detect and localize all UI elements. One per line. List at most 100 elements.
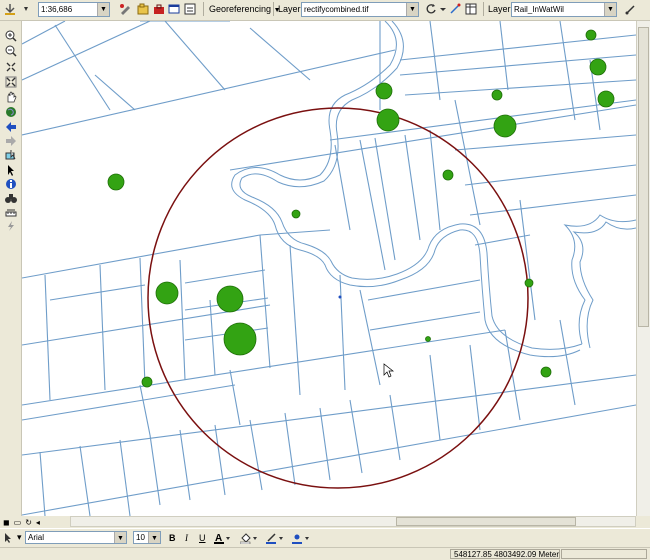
toolbar-separator bbox=[273, 2, 274, 16]
scrollbar-thumb[interactable] bbox=[638, 27, 649, 327]
small-point-feature[interactable] bbox=[338, 295, 342, 299]
hyperlink-lightning-icon[interactable] bbox=[4, 220, 17, 232]
parcel-line bbox=[22, 374, 636, 456]
point-feature[interactable] bbox=[291, 209, 301, 219]
layer-label: Layer: bbox=[278, 4, 304, 14]
fill-color-icon[interactable] bbox=[240, 531, 260, 544]
measure-icon[interactable] bbox=[4, 206, 17, 218]
pause-drawing-icon[interactable]: ◂ bbox=[36, 518, 40, 527]
fixed-zoom-out-icon[interactable] bbox=[4, 76, 17, 88]
point-feature[interactable] bbox=[493, 114, 517, 138]
drawing-toolbar: ▾ Arial ▼ 10 ▼ B I U A bbox=[0, 528, 650, 547]
chevron-down-icon[interactable]: ▼ bbox=[114, 532, 126, 543]
font-size-combo[interactable]: 10 ▼ bbox=[133, 531, 161, 544]
back-arrow-icon[interactable] bbox=[4, 121, 17, 133]
layout-view-icon[interactable]: ▭ bbox=[14, 518, 22, 527]
edit-layer-combo[interactable]: Rail_InWatWil ▼ bbox=[511, 2, 617, 17]
tools-toolbar bbox=[0, 21, 22, 526]
parcel-line bbox=[559, 21, 576, 121]
full-extent-globe-icon[interactable] bbox=[4, 106, 17, 118]
font-combo[interactable]: Arial ▼ bbox=[25, 531, 127, 544]
point-feature[interactable] bbox=[425, 336, 431, 342]
point-feature[interactable] bbox=[107, 173, 125, 191]
drawing-arrow-icon[interactable] bbox=[3, 531, 15, 544]
point-feature[interactable] bbox=[524, 278, 534, 288]
river-bank-b bbox=[239, 21, 583, 350]
scrollbar-thumb[interactable] bbox=[396, 517, 576, 526]
parcel-line bbox=[22, 21, 151, 81]
point-feature[interactable] bbox=[585, 29, 597, 41]
parcel-line bbox=[374, 137, 396, 261]
top-toolbar: 1:36,686 ▼ Georeferencing ▼ Layer: recti… bbox=[0, 0, 650, 21]
map-scale-combo[interactable]: 1:36,686 ▼ bbox=[38, 2, 110, 17]
parcel-line bbox=[359, 289, 381, 386]
underline-button[interactable]: U bbox=[199, 531, 206, 544]
point-feature[interactable] bbox=[216, 285, 244, 313]
map-scale-value: 1:36,686 bbox=[41, 5, 73, 14]
parcel-line bbox=[329, 99, 636, 141]
find-binoculars-icon[interactable] bbox=[4, 192, 17, 204]
command-line-icon[interactable] bbox=[167, 2, 181, 16]
chevron-down-icon[interactable]: ▼ bbox=[148, 532, 160, 543]
font-size-value: 10 bbox=[136, 533, 145, 542]
toolbar-separator bbox=[483, 2, 484, 16]
point-feature[interactable] bbox=[375, 82, 393, 100]
parcel-line bbox=[319, 407, 331, 481]
chevron-down-icon[interactable]: ▼ bbox=[604, 3, 616, 16]
add-control-points-icon[interactable] bbox=[448, 2, 462, 16]
toolbox-icon[interactable] bbox=[152, 2, 166, 16]
vertical-scrollbar[interactable] bbox=[636, 21, 650, 516]
forward-arrow-icon[interactable] bbox=[4, 135, 17, 147]
select-features-icon[interactable] bbox=[4, 149, 17, 161]
model-builder-icon[interactable] bbox=[183, 2, 197, 16]
select-elements-arrow-icon[interactable] bbox=[4, 164, 17, 176]
zoom-out-icon[interactable] bbox=[4, 45, 17, 57]
link-table-icon[interactable] bbox=[464, 2, 478, 16]
fixed-zoom-in-icon[interactable] bbox=[4, 61, 17, 73]
parcel-line bbox=[94, 74, 136, 111]
map-drawing bbox=[22, 21, 636, 516]
refresh-icon[interactable]: ↻ bbox=[25, 518, 32, 527]
point-feature[interactable] bbox=[442, 169, 454, 181]
point-feature[interactable] bbox=[141, 376, 153, 388]
bold-button[interactable]: B bbox=[169, 531, 176, 544]
point-feature[interactable] bbox=[376, 108, 400, 132]
font-color-icon[interactable]: A bbox=[214, 531, 232, 544]
chevron-down-icon[interactable]: ▼ bbox=[97, 3, 109, 16]
parcel-line bbox=[369, 311, 481, 331]
parcel-line bbox=[389, 394, 401, 461]
catalog-icon[interactable] bbox=[136, 2, 150, 16]
point-feature[interactable] bbox=[597, 90, 615, 108]
line-color-icon[interactable] bbox=[266, 531, 286, 544]
identify-icon[interactable] bbox=[4, 178, 17, 190]
marker-color-icon[interactable] bbox=[292, 531, 312, 544]
edit-layer-value: Rail_InWatWil bbox=[514, 5, 564, 14]
data-view-icon[interactable]: ◼ bbox=[3, 518, 10, 527]
parcel-line bbox=[22, 384, 236, 421]
point-feature[interactable] bbox=[589, 58, 607, 76]
chevron-down-icon[interactable]: ▾ bbox=[17, 531, 22, 544]
point-feature[interactable] bbox=[223, 322, 257, 356]
toolbar-separator bbox=[203, 2, 204, 16]
editor-toolbar-icon[interactable] bbox=[118, 2, 132, 16]
map-canvas[interactable] bbox=[22, 21, 636, 516]
point-feature[interactable] bbox=[540, 366, 552, 378]
parcel-line bbox=[284, 412, 296, 486]
parcel-line bbox=[49, 284, 146, 301]
horizontal-scrollbar[interactable] bbox=[70, 516, 636, 527]
point-feature[interactable] bbox=[491, 89, 503, 101]
pan-hand-icon[interactable] bbox=[4, 91, 17, 103]
georef-layer-combo[interactable]: rectifycombined.tif ▼ bbox=[301, 2, 419, 17]
add-data-icon[interactable] bbox=[3, 2, 17, 16]
italic-button[interactable]: I bbox=[185, 531, 188, 544]
sketch-tool-icon[interactable] bbox=[624, 2, 638, 16]
parcel-line bbox=[429, 129, 441, 231]
separator-arrow-icon bbox=[19, 2, 33, 16]
point-feature[interactable] bbox=[155, 281, 179, 305]
coordinate-readout: 548127.85 4803492.09 Meters bbox=[450, 549, 560, 559]
zoom-in-icon[interactable] bbox=[4, 30, 17, 42]
parcel-line bbox=[229, 369, 241, 426]
parcel-line bbox=[184, 269, 266, 284]
chevron-down-icon[interactable]: ▼ bbox=[406, 3, 418, 16]
georeferencing-menu[interactable]: Georeferencing ▼ bbox=[207, 2, 283, 17]
